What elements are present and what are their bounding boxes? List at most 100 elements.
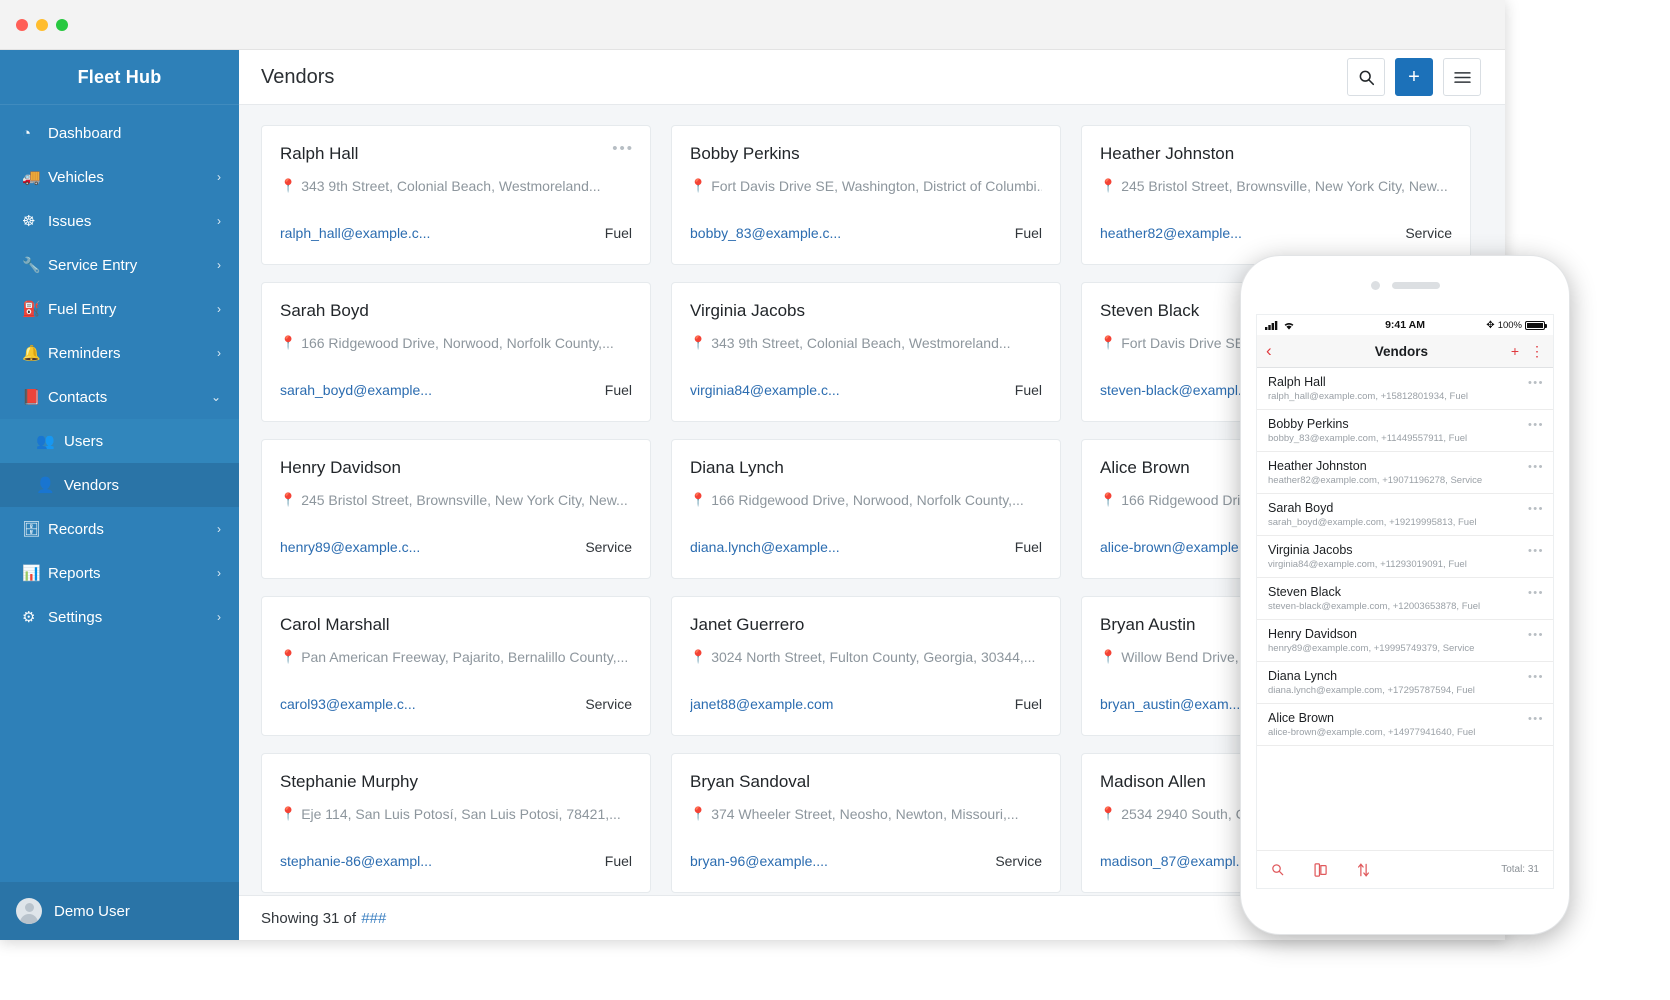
sidebar-item-reminders[interactable]: 🔔Reminders› xyxy=(0,331,239,375)
vendor-contact-row: stephanie-86@exampl...📞+14653841207Fuel xyxy=(280,853,632,869)
phone-vendor-list[interactable]: Ralph Hallralph_hall@example.com, +15812… xyxy=(1257,368,1553,850)
vendor-email[interactable]: stephanie-86@exampl... xyxy=(280,853,432,869)
vendor-email[interactable]: bryan_austin@exam... xyxy=(1100,696,1240,712)
vendor-card[interactable]: •••Henry Davidson📍245 Bristol Street, Br… xyxy=(261,439,651,579)
add-vendor-button[interactable]: + xyxy=(1395,58,1433,96)
vendor-card[interactable]: •••Ralph Hall📍343 9th Street, Colonial B… xyxy=(261,125,651,265)
vendor-email[interactable]: heather82@example... xyxy=(1100,225,1242,241)
phone-item-name: Henry Davidson xyxy=(1268,627,1543,641)
vendor-contact-row: bryan-96@example....📞+14745401778Service xyxy=(690,853,1042,869)
vendor-card[interactable]: •••Diana Lynch📍166 Ridgewood Drive, Norw… xyxy=(671,439,1061,579)
vendor-name: Janet Guerrero xyxy=(690,615,1042,635)
card-more-icon[interactable]: ••• xyxy=(612,140,634,157)
vendor-type: Fuel xyxy=(1015,696,1042,712)
vendor-contact-row: diana.lynch@example...📞+17295787594Fuel xyxy=(690,539,1042,555)
chevron-left-icon[interactable]: ‹ xyxy=(1266,341,1292,361)
ellipsis-vertical-icon[interactable]: ⋮ xyxy=(1530,343,1544,360)
sidebar-item-fuel-entry[interactable]: ⛽Fuel Entry› xyxy=(0,287,239,331)
sidebar-item-reports[interactable]: 📊Reports› xyxy=(0,551,239,595)
vendor-email[interactable]: janet88@example.com xyxy=(690,696,833,712)
phone-list-item[interactable]: Heather Johnstonheather82@example.com, +… xyxy=(1257,452,1553,494)
sidebar-item-service-entry[interactable]: 🔧Service Entry› xyxy=(0,243,239,287)
sidebar-item-issues[interactable]: ☸Issues› xyxy=(0,199,239,243)
vendor-email[interactable]: madison_87@exampl. xyxy=(1100,853,1240,869)
vendor-email[interactable]: bobby_83@example.c... xyxy=(690,225,841,241)
phone-list-item[interactable]: Alice Brownalice-brown@example.com, +149… xyxy=(1257,704,1553,746)
vendor-type: Service xyxy=(585,539,632,555)
vendor-address-text: 166 Ridgewood Drive, Norwood, Norfolk Co… xyxy=(711,492,1024,508)
phone-navbar: ‹ Vendors + ⋮ xyxy=(1257,335,1553,368)
vendor-name: Carol Marshall xyxy=(280,615,632,635)
phone-item-more-icon[interactable]: ••• xyxy=(1528,419,1544,431)
showing-count-label: Showing 31 of xyxy=(261,910,356,927)
sidebar-item-dashboard[interactable]: ◔Dashboard xyxy=(0,111,239,155)
phone-item-more-icon[interactable]: ••• xyxy=(1528,713,1544,725)
vendor-card[interactable]: •••Stephanie Murphy📍Eje 114, San Luis Po… xyxy=(261,753,651,893)
location-pin-icon: 📍 xyxy=(690,492,706,508)
phone-toolbar: Total: 31 xyxy=(1257,850,1553,888)
vendor-email[interactable]: diana.lynch@example... xyxy=(690,539,840,555)
menu-button[interactable] xyxy=(1443,58,1481,96)
app-brand: Fleet Hub xyxy=(0,50,239,105)
screenshot-root: Fleet Hub ◔Dashboard🚚Vehicles›☸Issues›🔧S… xyxy=(0,0,1670,1000)
phone-list-item[interactable]: Diana Lynchdiana.lynch@example.com, +172… xyxy=(1257,662,1553,704)
window-maximize-button[interactable] xyxy=(56,19,68,31)
vendor-address-text: 343 9th Street, Colonial Beach, Westmore… xyxy=(301,178,600,194)
plus-icon[interactable]: + xyxy=(1511,343,1519,359)
phone-item-more-icon[interactable]: ••• xyxy=(1528,671,1544,683)
vendor-name: Sarah Boyd xyxy=(280,301,632,321)
sidebar-item-records[interactable]: 🗄Records› xyxy=(0,507,239,551)
phone-list-item[interactable]: Steven Blacksteven-black@example.com, +1… xyxy=(1257,578,1553,620)
chevron-right-icon: › xyxy=(217,522,221,536)
phone-item-detail: virginia84@example.com, +11293019091, Fu… xyxy=(1268,559,1543,570)
window-minimize-button[interactable] xyxy=(36,19,48,31)
search-icon[interactable] xyxy=(1271,863,1284,876)
vendor-email[interactable]: steven-black@exampl... xyxy=(1100,382,1250,398)
sidebar-item-contacts[interactable]: 📕Contacts⌄ xyxy=(0,375,239,419)
phone-list-item[interactable]: Ralph Hallralph_hall@example.com, +15812… xyxy=(1257,368,1553,410)
phone-list-item[interactable]: Bobby Perkinsbobby_83@example.com, +1144… xyxy=(1257,410,1553,452)
phone-item-more-icon[interactable]: ••• xyxy=(1528,587,1544,599)
phone-list-item[interactable]: Sarah Boydsarah_boyd@example.com, +19219… xyxy=(1257,494,1553,536)
chevron-right-icon: › xyxy=(217,302,221,316)
phone-item-more-icon[interactable]: ••• xyxy=(1528,545,1544,557)
vendor-email[interactable]: alice-brown@example xyxy=(1100,539,1239,555)
sidebar-item-label: Contacts xyxy=(48,389,211,406)
phone-item-more-icon[interactable]: ••• xyxy=(1528,377,1544,389)
vendor-card[interactable]: •••Janet Guerrero📍3024 North Street, Ful… xyxy=(671,596,1061,736)
phone-item-more-icon[interactable]: ••• xyxy=(1528,503,1544,515)
vendor-card[interactable]: •••Bryan Sandoval📍374 Wheeler Street, Ne… xyxy=(671,753,1061,893)
vendor-card[interactable]: •••Heather Johnston📍245 Bristol Street, … xyxy=(1081,125,1471,265)
search-button[interactable] xyxy=(1347,58,1385,96)
sidebar-item-vehicles[interactable]: 🚚Vehicles› xyxy=(0,155,239,199)
database-icon: 🗄 xyxy=(22,520,48,538)
phone-list-item[interactable]: Henry Davidsonhenry89@example.com, +1999… xyxy=(1257,620,1553,662)
wrench-icon: 🔧 xyxy=(22,256,48,274)
sort-updown-icon[interactable] xyxy=(1357,863,1370,877)
vendor-address: 📍Fort Davis Drive SE, Washington, Distri… xyxy=(690,178,1042,194)
vendor-email[interactable]: bryan-96@example.... xyxy=(690,853,828,869)
vendor-address-text: Fort Davis Drive SE... xyxy=(1121,335,1256,351)
vendor-card[interactable]: •••Bobby Perkins📍Fort Davis Drive SE, Wa… xyxy=(671,125,1061,265)
window-close-button[interactable] xyxy=(16,19,28,31)
vendor-card[interactable]: •••Sarah Boyd📍166 Ridgewood Drive, Norwo… xyxy=(261,282,651,422)
phone-item-name: Sarah Boyd xyxy=(1268,501,1543,515)
phone-item-name: Ralph Hall xyxy=(1268,375,1543,389)
sidebar-item-label: Vehicles xyxy=(48,169,217,186)
vendor-card[interactable]: •••Virginia Jacobs📍343 9th Street, Colon… xyxy=(671,282,1061,422)
vendor-email[interactable]: ralph_hall@example.c... xyxy=(280,225,430,241)
export-file-icon[interactable] xyxy=(1314,863,1327,877)
phone-item-more-icon[interactable]: ••• xyxy=(1528,629,1544,641)
vendor-email[interactable]: carol93@example.c... xyxy=(280,696,416,712)
sidebar-item-settings[interactable]: ⚙Settings› xyxy=(0,595,239,639)
vendor-address-text: 166 Ridgewood Driv... xyxy=(1121,492,1258,508)
sidebar-user[interactable]: Demo User xyxy=(0,882,239,940)
sidebar-item-users[interactable]: 👥Users xyxy=(0,419,239,463)
vendor-card[interactable]: •••Carol Marshall📍Pan American Freeway, … xyxy=(261,596,651,736)
vendor-email[interactable]: sarah_boyd@example... xyxy=(280,382,432,398)
phone-item-more-icon[interactable]: ••• xyxy=(1528,461,1544,473)
phone-list-item[interactable]: Virginia Jacobsvirginia84@example.com, +… xyxy=(1257,536,1553,578)
sidebar-item-vendors[interactable]: 👤Vendors xyxy=(0,463,239,507)
vendor-email[interactable]: virginia84@example.c... xyxy=(690,382,840,398)
vendor-email[interactable]: henry89@example.c... xyxy=(280,539,420,555)
